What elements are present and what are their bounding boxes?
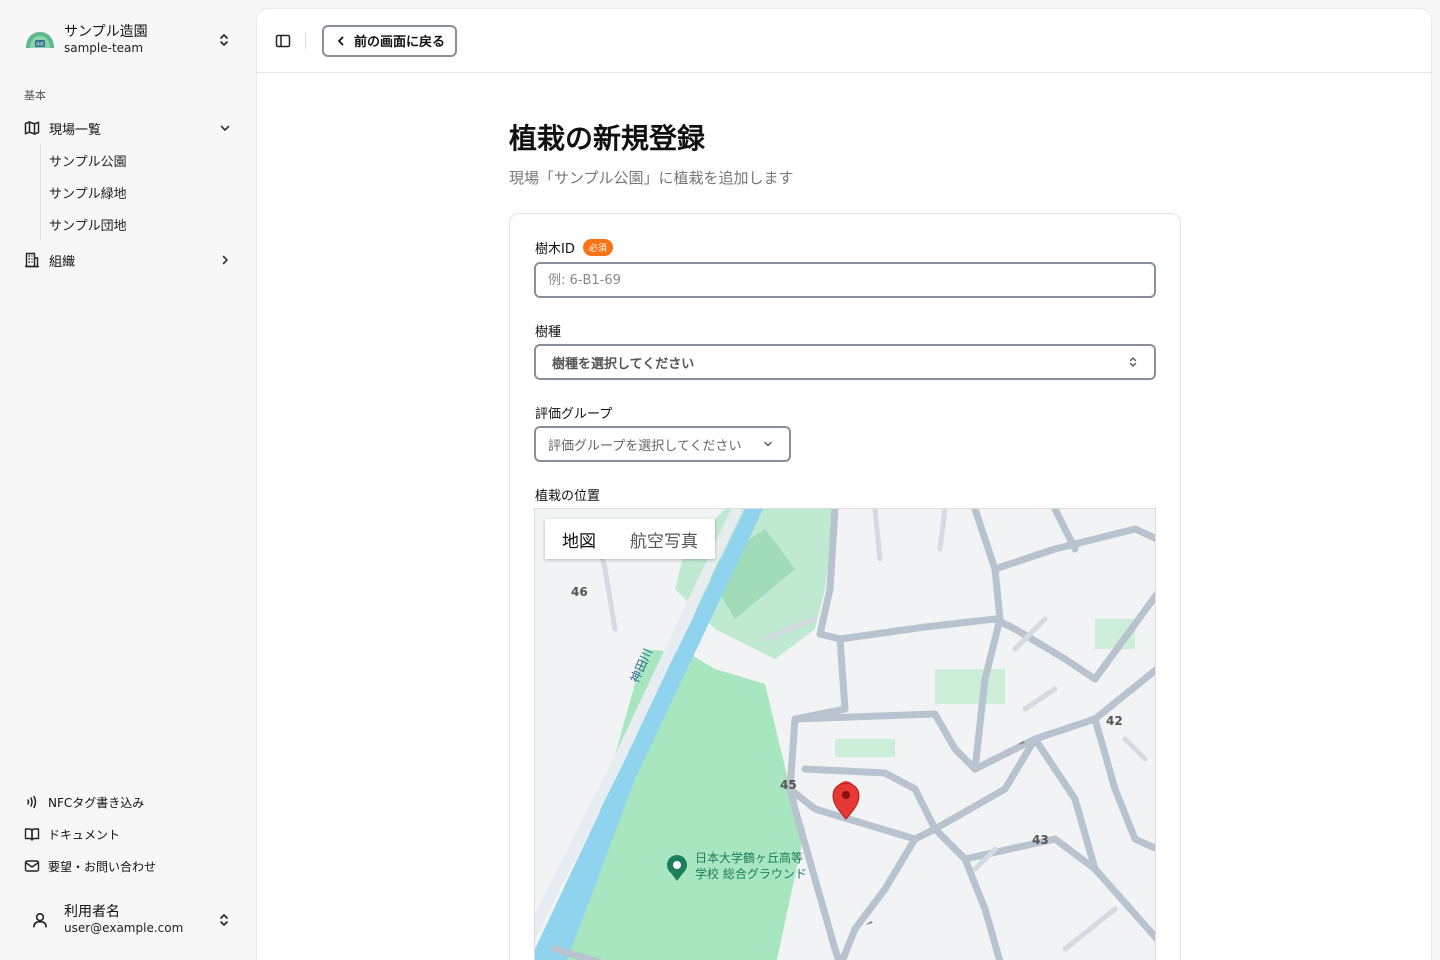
sidebar-item-org[interactable]: 組織 [16,246,240,274]
species-label: 樹種 [535,325,562,340]
mail-icon [24,860,40,872]
panel-left-icon [275,34,291,47]
form-card: 樹木ID 必須 樹種 樹種を選択してください 評価グループ 評価グループを選択し… [509,213,1181,960]
map-block-label: 46 [571,585,588,599]
chevrons-up-down-icon [1129,357,1137,367]
sidebar-link-docs-label: ドキュメント [48,827,121,842]
team-logo-icon: dat [24,24,56,56]
topbar: 前の画面に戻る [257,9,1431,73]
sidebar-link-nfc-label: NFCタグ書き込み [48,795,145,810]
user-name: 利用者名 [64,904,120,921]
chevrons-up-down-icon [220,914,228,926]
back-button-label: 前の画面に戻る [354,34,446,49]
sidebar-toggle-button[interactable] [273,31,293,51]
map-canvas [535,509,1155,960]
sidebar: dat サンプル造園 sample-team 基本 現場一覧 サンプル公園 サン… [0,0,256,960]
sidebar-item-sites[interactable]: 現場一覧 [16,114,240,142]
user-menu[interactable]: 利用者名 user@example.com [16,896,240,944]
tree-id-label: 樹木ID 必須 [535,238,613,257]
group-label: 評価グループ [535,407,613,422]
user-email: user@example.com [64,921,184,936]
sidebar-subitem-site[interactable]: サンプル団地 [41,208,240,240]
app-root: dat サンプル造園 sample-team 基本 現場一覧 サンプル公園 サン… [0,0,1440,960]
map-block-label: 43 [1032,833,1049,847]
species-select[interactable]: 樹種を選択してください [534,344,1156,380]
sidebar-link-nfc[interactable]: NFCタグ書き込み [16,788,240,816]
group-select[interactable]: 評価グループを選択してください [534,426,791,462]
map-tab-map[interactable]: 地図 [545,519,613,559]
map-block-label: 45 [780,778,797,792]
tree-id-input[interactable] [534,262,1156,298]
chevron-down-icon [764,441,772,447]
group-select-placeholder: 評価グループを選択してください [548,438,742,454]
nfc-icon [27,795,37,809]
book-open-icon [24,828,40,841]
tree-id-label-text: 樹木ID [535,242,575,257]
page-title: 植栽の新規登録 [509,122,706,155]
poi-label-line1: 日本大学鶴ヶ丘高等 [695,851,804,865]
chevrons-up-down-icon [220,34,228,46]
main-panel: 前の画面に戻る 植栽の新規登録 現場「サンプル公園」に植栽を追加します 樹木ID… [256,8,1432,960]
map-icon [24,121,40,135]
map-view[interactable]: 地図 航空写真 46 42 45 43 神田川 日本大学鶴ヶ丘高等 学校 総合グ… [534,508,1156,960]
sites-sublist: サンプル公園 サンプル緑地 サンプル団地 [40,144,240,240]
map-type-tabs: 地図 航空写真 [545,519,715,559]
page-subtitle: 現場「サンプル公園」に植栽を追加します [509,169,794,187]
user-icon [24,904,56,936]
sidebar-item-org-label: 組織 [49,254,76,270]
sidebar-subitem-site[interactable]: サンプル公園 [41,144,240,176]
sidebar-item-sites-label: 現場一覧 [49,122,102,138]
species-select-placeholder: 樹種を選択してください [552,356,695,372]
svg-text:dat: dat [36,42,44,48]
topbar-divider [305,32,306,49]
back-button[interactable]: 前の画面に戻る [322,24,458,57]
required-badge: 必須 [582,239,613,256]
building-icon [25,252,39,268]
section-label-basic: 基本 [24,89,46,102]
team-name: サンプル造園 [64,24,148,41]
team-switcher[interactable]: dat サンプル造園 sample-team [16,16,240,64]
map-tab-satellite[interactable]: 航空写真 [613,519,715,559]
poi-label-line2: 学校 総合グラウンド [695,866,807,881]
team-slug: sample-team [64,41,144,56]
chevron-down-icon [220,125,230,131]
chevron-right-icon [222,255,228,265]
poi-label: 日本大学鶴ヶ丘高等 学校 総合グラウンド [695,851,807,882]
map-block-label: 42 [1106,714,1123,728]
sidebar-link-contact-label: 要望・お問い合わせ [48,859,157,874]
sidebar-subitem-site[interactable]: サンプル緑地 [41,176,240,208]
location-label: 植栽の位置 [535,489,601,504]
sidebar-link-docs[interactable]: ドキュメント [16,820,240,848]
chevron-left-icon [338,36,344,45]
sidebar-link-contact[interactable]: 要望・お問い合わせ [16,852,240,880]
